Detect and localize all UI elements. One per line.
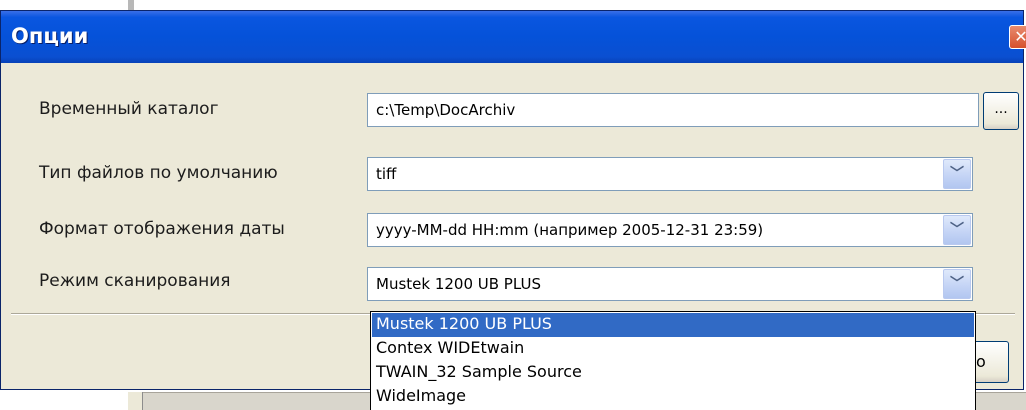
scan-mode-dropdown-button[interactable]: ﹀ — [943, 269, 971, 299]
date-format-dropdown-button[interactable]: ﹀ — [943, 215, 971, 245]
temp-dir-input[interactable]: c:\Temp\DocArchiv — [367, 93, 979, 127]
close-button[interactable]: ✕ — [1009, 25, 1026, 49]
date-format-value: yyyy-MM-dd HH:mm (например 2005-12-31 23… — [376, 221, 764, 239]
dropdown-option-twain32[interactable]: TWAIN_32 Sample Source — [372, 361, 974, 385]
scan-mode-label: Режим сканирования — [39, 271, 231, 291]
dropdown-option-wideimage[interactable]: WideImage — [372, 385, 974, 409]
temp-dir-label: Временный каталог — [39, 99, 219, 119]
date-format-select[interactable]: yyyy-MM-dd HH:mm (например 2005-12-31 23… — [367, 213, 973, 247]
file-type-dropdown-button[interactable]: ﹀ — [943, 159, 971, 189]
background-window-edge — [128, 0, 134, 10]
footer-button-label: о — [976, 352, 986, 371]
scan-mode-dropdown-list[interactable]: Mustek 1200 UB PLUS Contex WIDEtwain TWA… — [370, 311, 976, 410]
date-format-label: Формат отображения даты — [39, 219, 285, 239]
browse-button[interactable]: ... — [983, 92, 1019, 130]
desktop: Опции ✕ Временный каталог c:\Temp\DocArc… — [0, 0, 1026, 410]
scan-mode-value: Mustek 1200 UB PLUS — [376, 275, 541, 293]
file-type-label: Тип файлов по умолчанию — [39, 163, 278, 183]
dropdown-option-mustek[interactable]: Mustek 1200 UB PLUS — [372, 313, 974, 337]
chevron-down-icon: ﹀ — [950, 222, 964, 238]
dropdown-option-contex[interactable]: Contex WIDEtwain — [372, 337, 974, 361]
chevron-down-icon: ﹀ — [950, 166, 964, 182]
file-type-value: tiff — [376, 165, 397, 183]
temp-dir-value: c:\Temp\DocArchiv — [376, 101, 516, 119]
title-bar[interactable]: Опции ✕ — [1, 11, 1026, 63]
close-icon: ✕ — [1014, 27, 1026, 46]
browse-button-label: ... — [994, 101, 1008, 117]
chevron-down-icon: ﹀ — [950, 276, 964, 292]
window-title: Опции — [11, 24, 89, 48]
scan-mode-select[interactable]: Mustek 1200 UB PLUS ﹀ — [367, 267, 973, 301]
file-type-select[interactable]: tiff ﹀ — [367, 157, 973, 191]
background-window-corner — [128, 392, 143, 410]
